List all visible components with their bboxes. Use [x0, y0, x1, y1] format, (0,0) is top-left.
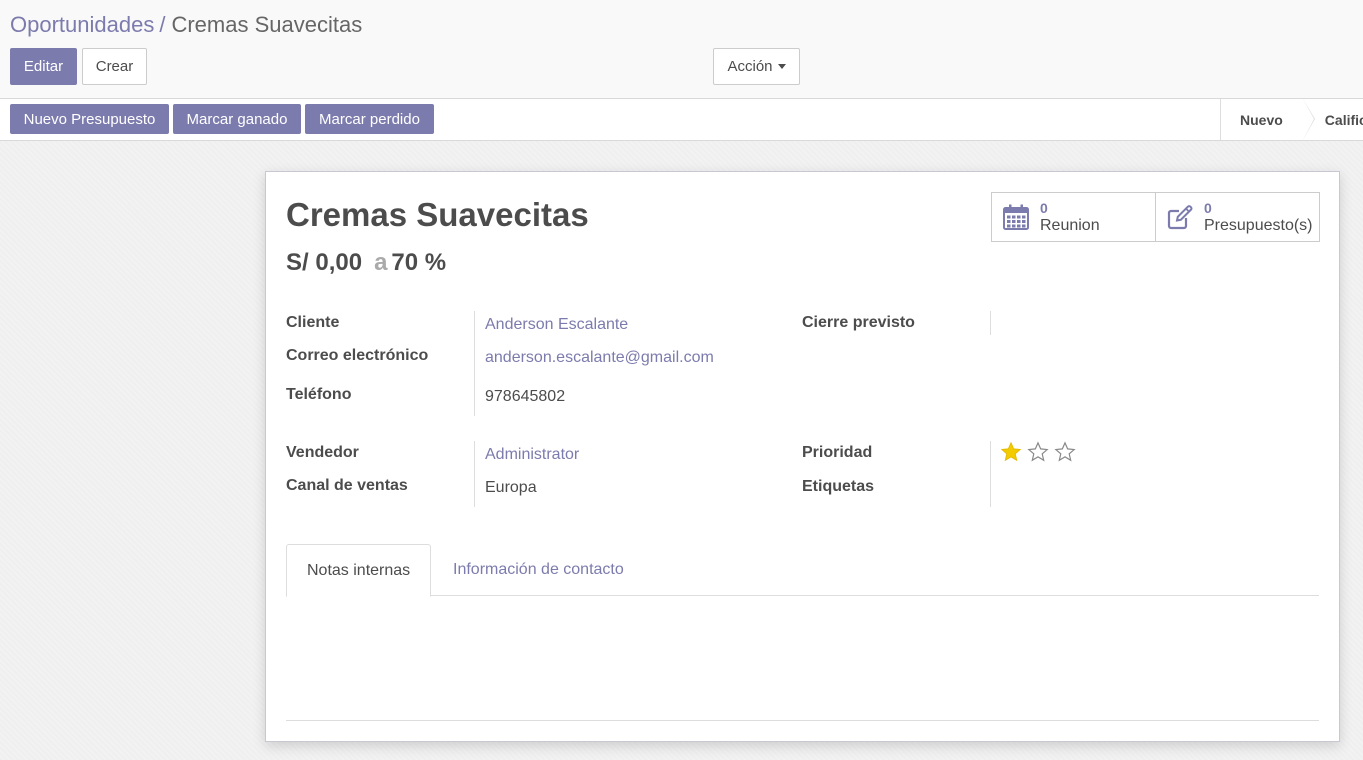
priority-label: Prioridad	[802, 444, 873, 461]
quotations-label: Presupuesto(s)	[1204, 217, 1313, 234]
mark-won-button[interactable]: Marcar ganado	[173, 104, 301, 134]
customer-link[interactable]: Anderson Escalante	[485, 316, 628, 334]
quotations-smart-button[interactable]: 0 Presupuesto(s)	[1156, 192, 1320, 242]
tab-internal-notes[interactable]: Notas internas	[286, 544, 432, 597]
probability: 70 %	[391, 249, 447, 276]
sales-team-label: Canal de ventas	[286, 477, 408, 494]
phone-value: 978645802	[485, 388, 566, 405]
field-divider	[990, 441, 991, 507]
calendar-icon	[1003, 204, 1029, 230]
field-divider	[474, 441, 475, 507]
edit-button[interactable]: Editar	[10, 48, 77, 85]
statusbar: Nuevo Presupuesto Marcar ganado Marcar p…	[0, 99, 1363, 141]
sales-team-value: Europa	[485, 479, 537, 496]
email-label: Correo electrónico	[286, 347, 429, 364]
tab-contact-information[interactable]: Información de contacto	[433, 544, 644, 596]
notebook-tabs: Notas internas Información de contacto	[286, 544, 1319, 597]
stage-new[interactable]: Nuevo	[1221, 99, 1315, 140]
form-sheet: Cremas Suavecitas S/ 0,00 a 70 % 0 Reunion	[265, 171, 1340, 742]
salesperson-link[interactable]: Administrator	[485, 446, 579, 464]
caret-down-icon	[777, 64, 786, 69]
star-outline-icon[interactable]	[1027, 441, 1049, 463]
customer-label: Cliente	[286, 314, 340, 331]
email-link[interactable]: anderson.escalante@gmail.com	[485, 349, 714, 367]
action-dropdown-label: Acción	[727, 58, 773, 75]
phone-label: Teléfono	[286, 386, 352, 403]
deadline-label: Cierre previsto	[802, 314, 915, 331]
stage-pipeline: Nuevo Calific	[1220, 99, 1363, 140]
meetings-label: Reunion	[1040, 217, 1100, 234]
new-quotation-button[interactable]: Nuevo Presupuesto	[10, 104, 169, 134]
stage-qualified-label: Calific	[1324, 111, 1363, 128]
record-title: Cremas Suavecitas	[286, 196, 589, 233]
star-outline-icon[interactable]	[1054, 441, 1076, 463]
stage-new-label: Nuevo	[1240, 111, 1283, 128]
salesperson-label: Vendedor	[286, 444, 359, 461]
breadcrumb-current: Cremas Suavecitas	[171, 12, 363, 37]
field-divider	[990, 311, 991, 335]
stage-arrow-inner	[1302, 99, 1314, 140]
smart-buttons: 0 Reunion 0 Presupuesto(s)	[991, 192, 1320, 242]
mark-lost-button[interactable]: Marcar perdido	[305, 104, 434, 134]
meetings-count: 0	[1040, 200, 1048, 216]
breadcrumb-parent-link[interactable]: Oportunidades	[10, 12, 154, 37]
star-icon[interactable]	[1000, 441, 1022, 463]
quotations-count: 0	[1204, 200, 1212, 216]
action-dropdown-button[interactable]: Acción	[713, 48, 800, 85]
meetings-smart-button[interactable]: 0 Reunion	[991, 192, 1156, 242]
revenue-line: S/ 0,00 a 70 %	[286, 249, 446, 277]
breadcrumb-separator: /	[159, 12, 166, 37]
create-button[interactable]: Crear	[82, 48, 147, 85]
priority-stars	[1000, 441, 1076, 463]
notes-area-divider	[286, 720, 1319, 721]
control-panel: Oportunidades / Cremas Suavecitas Editar C…	[0, 0, 1363, 99]
at-word: a	[374, 249, 388, 276]
edit-icon	[1167, 205, 1193, 230]
expected-revenue: S/ 0,00	[286, 249, 363, 276]
tags-label: Etiquetas	[802, 478, 875, 495]
field-divider	[474, 311, 475, 416]
breadcrumb: Oportunidades / Cremas Suavecitas	[10, 12, 362, 38]
